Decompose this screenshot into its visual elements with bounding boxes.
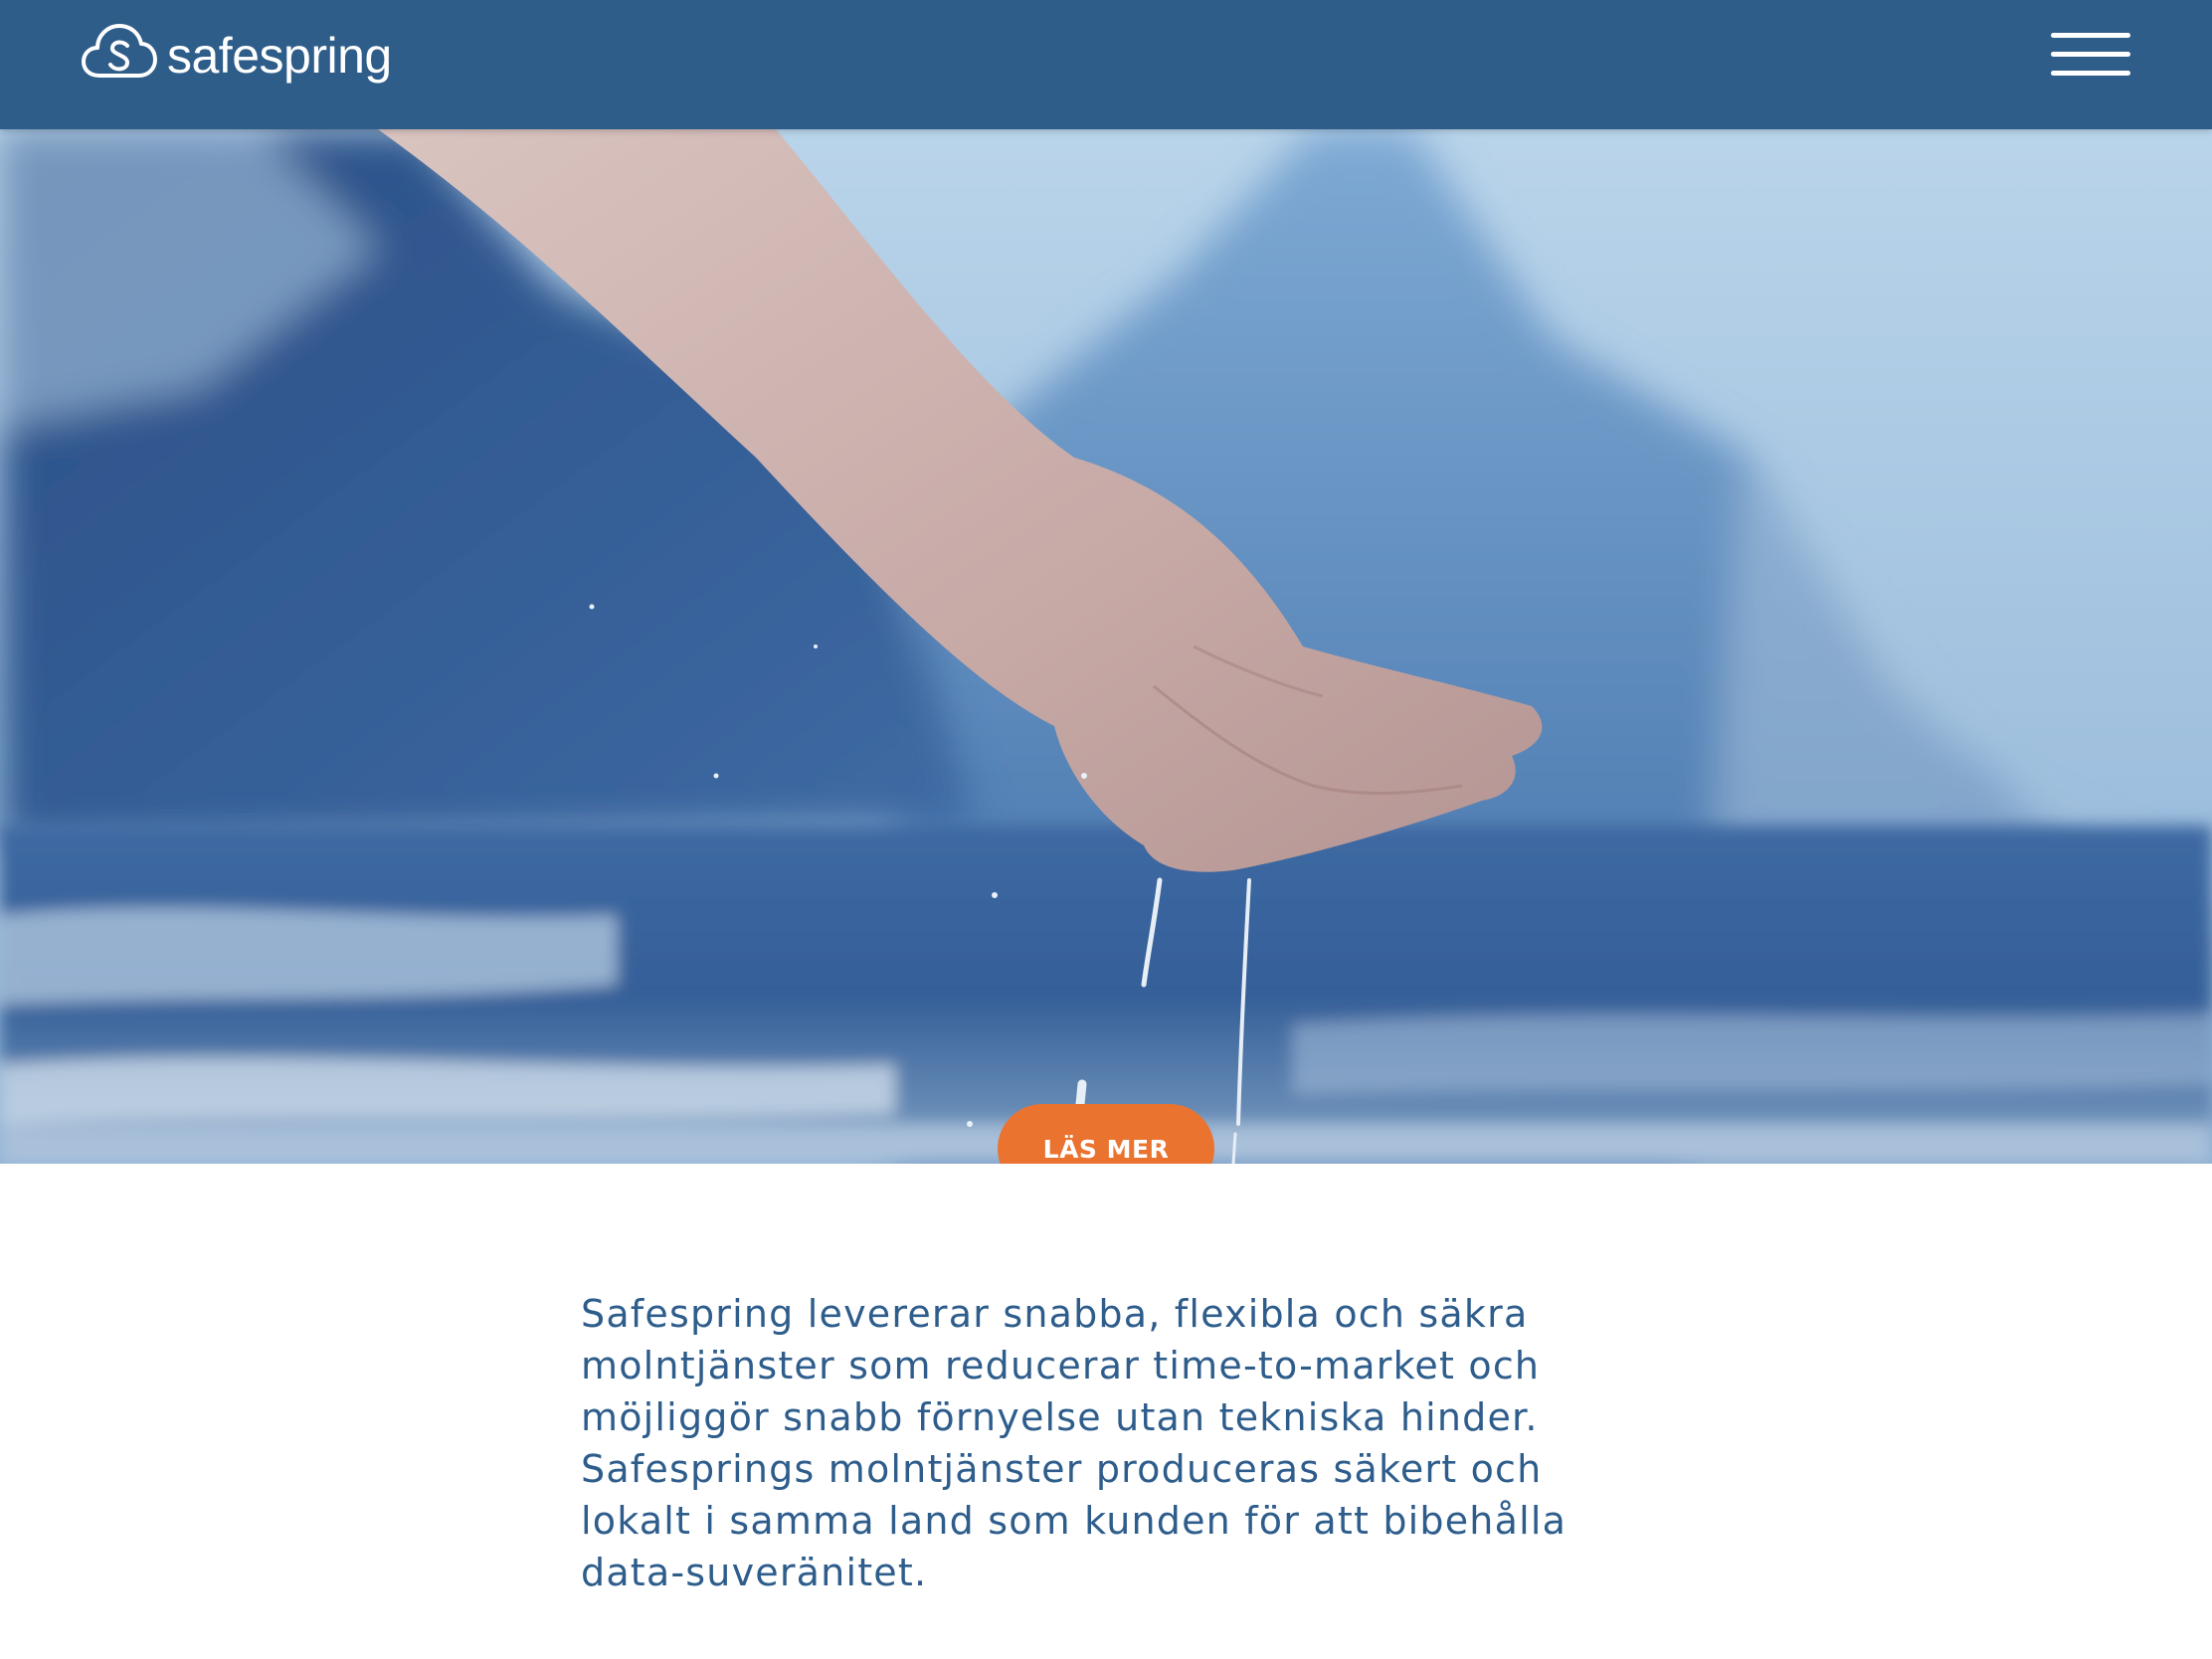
intro-paragraph: Safespring levererar snabba, flexibla oc… (581, 1292, 1567, 1594)
safespring-logo[interactable]: safespring (82, 18, 392, 90)
cloud-s-icon (82, 24, 157, 78)
logo-wordmark: safespring (167, 28, 392, 84)
menu-bar (2051, 71, 2130, 76)
menu-bar (2051, 52, 2130, 57)
hero-image (0, 129, 2212, 1164)
hamburger-menu-icon[interactable] (2051, 28, 2130, 84)
hero-banner: LÄS MER (0, 129, 2212, 1164)
read-more-button[interactable]: LÄS MER (998, 1104, 1214, 1164)
site-header: safespring (0, 0, 2212, 129)
menu-bar (2051, 33, 2130, 38)
